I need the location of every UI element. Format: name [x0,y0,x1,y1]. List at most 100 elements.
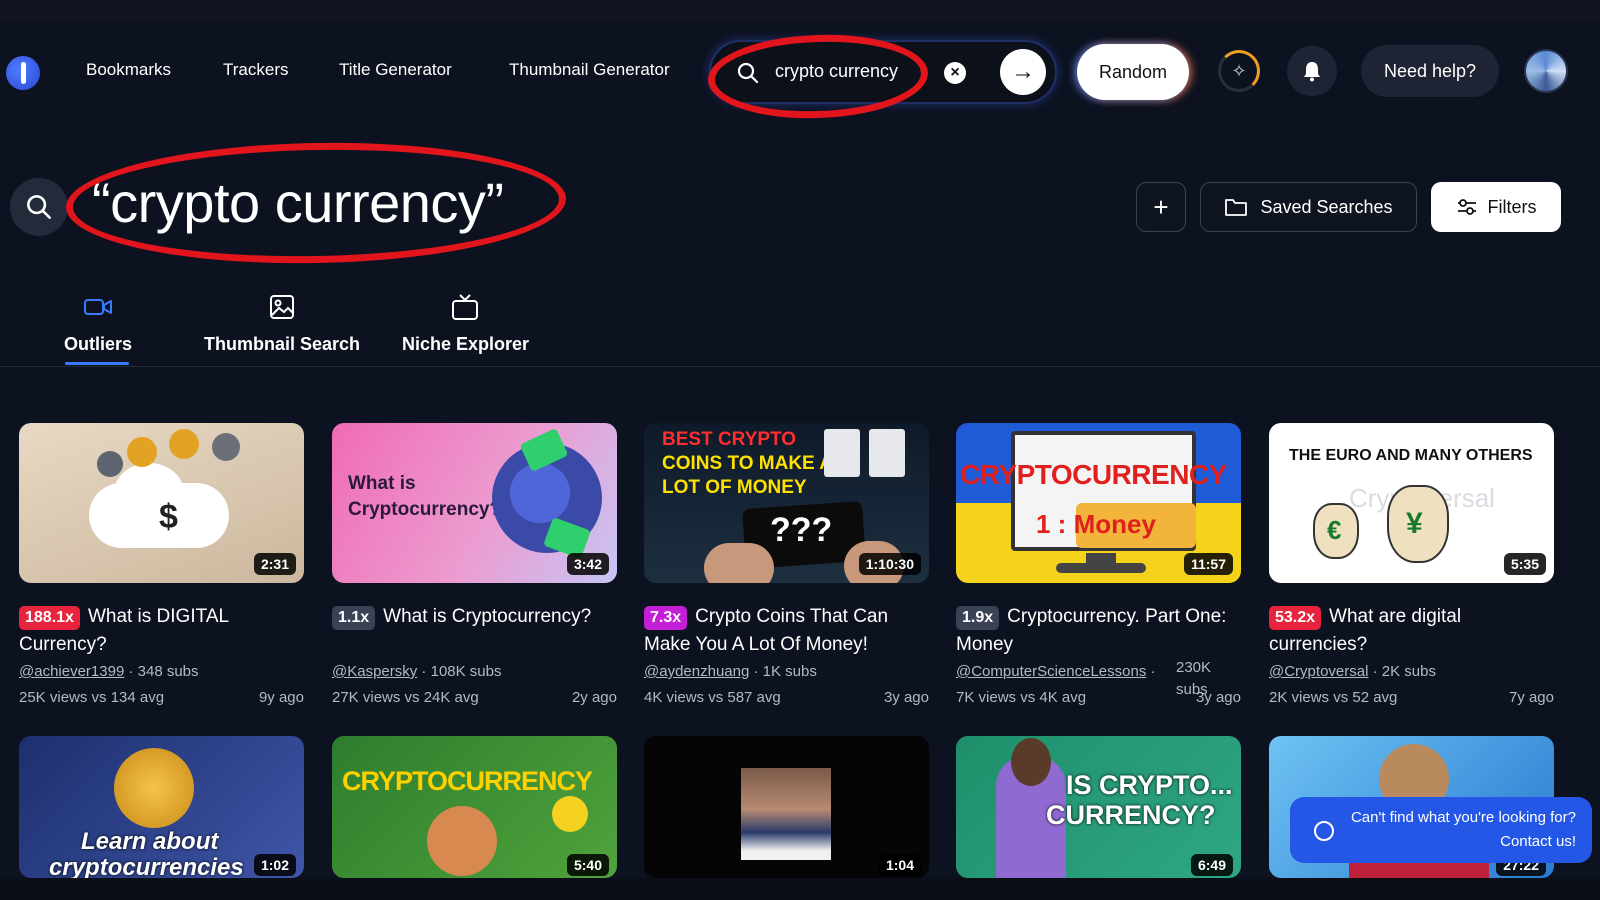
folder-icon [1225,199,1248,216]
bottom-strip [0,878,1600,900]
video-card[interactable]: CRYPTOCURRENCY 1 : Money 11:57 1.9x Crypt… [956,423,1241,709]
saved-searches-button[interactable]: Saved Searches [1200,182,1417,232]
subscriber-count: 1K subs [762,663,817,680]
video-thumbnail[interactable]: Learn about cryptocurrencies 1:02 [19,736,304,878]
channel-link[interactable]: @Cryptoversal [1269,663,1368,680]
submit-search-button[interactable]: → [1000,49,1046,95]
duration-badge: 1:04 [878,854,921,876]
subscriber-count: 2K subs [1381,663,1436,680]
video-thumbnail[interactable]: CRYPTOCURRENCY 1 : Money 11:57 [956,423,1241,583]
duration-badge: 3:42 [566,553,609,575]
duration-badge: 11:57 [1183,553,1233,575]
video-card[interactable]: BEST CRYPTO COINS TO MAKE A LOT OF MONEY… [644,423,929,709]
tab-label: Outliers [63,334,133,354]
video-title[interactable]: 188.1x What is DIGITAL Currency? [19,603,304,659]
views-vs-avg: 2K views vs 52 avg [1269,689,1398,706]
duration-badge: 1:02 [253,854,296,876]
contact-line-2: Contact us! [1500,833,1576,850]
video-camera-icon [63,292,133,322]
video-card[interactable]: $ 2:31 188.1x What is DIGITAL Currency? @… [19,423,304,709]
thumbnail-text: THE EURO AND MANY OTHERS [1289,447,1533,464]
chat-icon [1314,821,1334,841]
thumbnail-text: IS CRYPTO... [1066,770,1233,800]
avatar[interactable] [1524,49,1568,93]
divider [0,366,1600,367]
nav-thumbnail-generator[interactable]: Thumbnail Generator [509,60,670,80]
thumbnail-text: ??? [770,511,833,549]
sliders-icon [1457,199,1476,215]
channel-link[interactable]: @aydenzhuang [644,663,749,680]
annotation-circle [64,138,568,268]
video-age: 2y ago [571,689,617,706]
video-age: 7y ago [1508,689,1554,706]
video-thumbnail[interactable]: THE EURO AND MANY OTHERS Cryptoversal € … [1269,423,1554,583]
tab-label: Niche Explorer [402,334,530,354]
tab-label: Thumbnail Search [203,334,361,354]
nav-trackers[interactable]: Trackers [223,60,289,80]
sparkle-icon[interactable]: ✧ [1218,50,1260,92]
subscriber-count: 348 subs [137,663,199,680]
thumbnail-text: COINS TO MAKE A [662,453,834,474]
subscriber-count: 108K subs [430,663,502,680]
active-tab-indicator [65,362,129,365]
duration-badge: 5:35 [1503,553,1546,575]
tab-outliers[interactable]: Outliers [63,292,133,355]
video-title[interactable]: 53.2x What are digital currencies? [1269,603,1554,659]
search-icon[interactable] [10,178,68,236]
duration-badge: 5:40 [566,854,609,876]
video-age: 3y ago [1195,689,1241,706]
video-thumbnail[interactable]: CRYPTOCURRENCY 5:40 [332,736,617,878]
thumbnail-text: 1 : Money [1036,509,1156,539]
tv-icon [402,292,527,322]
video-thumbnail[interactable]: What is Cryptocurrency? 3:42 [332,423,617,583]
views-vs-avg: 25K views vs 134 avg [19,689,165,706]
video-title[interactable]: 7.3x Crypto Coins That Can Make You A Lot… [644,603,929,659]
views-vs-avg: 4K views vs 587 avg [644,689,781,706]
video-card[interactable]: THE EURO AND MANY OTHERS Cryptoversal € … [1269,423,1554,709]
thumbnail-text: CURRENCY? [1046,800,1216,830]
saved-searches-label: Saved Searches [1260,196,1393,217]
video-thumbnail[interactable]: $ 2:31 [19,423,304,583]
outlier-multiplier-badge: 7.3x [644,606,688,630]
clear-search-button[interactable]: × [944,62,966,84]
nav-bookmarks[interactable]: Bookmarks [86,60,171,80]
video-age: 9y ago [258,689,304,706]
video-title-text: What is Cryptocurrency? [383,606,592,627]
logo-mark [20,62,26,84]
duration-badge: 6:49 [1190,854,1233,876]
need-help-button[interactable]: Need help? [1361,45,1499,97]
channel-link[interactable]: @achiever1399 [19,663,124,680]
nav-title-generator[interactable]: Title Generator [339,60,452,80]
outlier-multiplier-badge: 1.1x [332,606,376,630]
thumbnail-text: CRYPTOCURRENCY [960,459,1227,490]
random-button[interactable]: Random [1077,44,1189,100]
filters-button[interactable]: Filters [1431,182,1561,232]
channel-link[interactable]: @Kaspersky [332,663,417,680]
video-thumbnail[interactable]: IS CRYPTO... CURRENCY? 6:49 [956,736,1241,878]
tab-niche-explorer[interactable]: Niche Explorer [402,292,530,355]
outlier-multiplier-badge: 1.9x [956,606,1000,630]
outlier-multiplier-badge: 53.2x [1269,606,1322,630]
duration-badge: 1:10:30 [858,553,921,575]
contact-line-1: Can't find what you're looking for? [1350,809,1576,826]
thumbnail-text: CRYPTOCURRENCY [342,766,593,796]
add-button[interactable]: + [1136,182,1186,232]
image-icon [202,292,362,322]
filters-label: Filters [1487,196,1537,217]
channel-link[interactable]: @ComputerScienceLessons [956,663,1146,680]
video-title[interactable]: 1.1x What is Cryptocurrency? [332,603,617,659]
contact-us-bubble[interactable]: Can't find what you're looking for? Cont… [1290,797,1592,863]
video-title[interactable]: 1.9x Cryptocurrency. Part One: Money [956,603,1241,659]
video-thumbnail[interactable]: 1:04 [644,736,929,878]
thumbnail-text: LOT OF MONEY [662,477,807,498]
thumbnail-text: Learn about [81,828,219,855]
bell-icon[interactable] [1287,46,1337,96]
app-logo[interactable] [6,56,40,90]
tab-thumbnail-search[interactable]: Thumbnail Search [202,292,362,355]
duration-badge: 2:31 [253,553,296,575]
thumbnail-text: BEST CRYPTO [662,429,797,450]
views-vs-avg: 7K views vs 4K avg [956,689,1087,706]
video-card[interactable]: What is Cryptocurrency? 3:42 1.1x What is… [332,423,617,709]
thumbnail-text: cryptocurrencies [49,854,244,878]
video-thumbnail[interactable]: BEST CRYPTO COINS TO MAKE A LOT OF MONEY… [644,423,929,583]
